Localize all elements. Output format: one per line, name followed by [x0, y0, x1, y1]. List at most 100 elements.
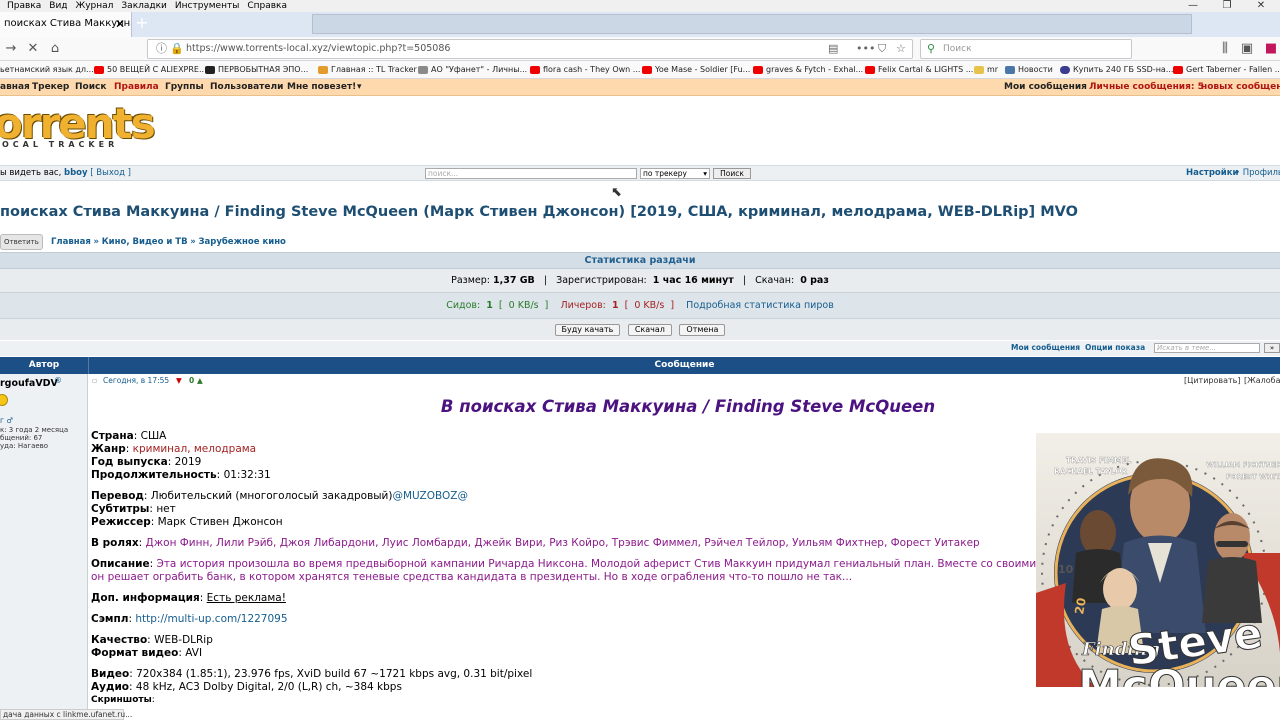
nav-rules[interactable]: Правила	[114, 79, 159, 95]
menu-bookmarks[interactable]: Закладки	[120, 1, 168, 11]
poster-cast: WILLIAM FICHTNER	[1206, 461, 1280, 469]
poster-dial-number: 20	[1072, 597, 1089, 616]
bookmark-item[interactable]: Новости	[1005, 61, 1053, 78]
my-messages-link[interactable]: Мои сообщения	[1011, 341, 1080, 355]
bookmark-item[interactable]: АО "Уфанет" - Личны...	[418, 61, 527, 78]
nav-users[interactable]: Пользователи	[210, 79, 283, 95]
nav-private-messages[interactable]: Личные сообщения: 5	[1089, 79, 1204, 95]
nav-lucky[interactable]: Мне повезет!	[287, 79, 356, 95]
display-options-link[interactable]: Опции показа	[1085, 341, 1145, 355]
bookmark-item[interactable]: ПЕРВОБЫТНАЯ ЭПО...	[205, 61, 308, 78]
background-window	[312, 14, 1192, 34]
page-actions-icon[interactable]: •••	[856, 40, 875, 58]
menu-help[interactable]: Справка	[246, 1, 288, 11]
topic-title[interactable]: поисках Стива Маккуина / Finding Steve M…	[0, 204, 1078, 220]
bookmark-item[interactable]: 50 ВЕЩЕЙ С ALIEXPRE...	[94, 61, 207, 78]
forward-icon[interactable]: →	[2, 41, 20, 57]
home-icon[interactable]: ⌂	[46, 41, 64, 57]
search-scope-select[interactable]: по трекеру ▾	[640, 168, 710, 179]
shop-icon	[1060, 65, 1070, 74]
nav-groups[interactable]: Группы	[165, 79, 204, 95]
menu-tools[interactable]: Инструменты	[174, 1, 240, 11]
downloads-value: 0 раз	[800, 275, 829, 286]
post-time[interactable]: Сегодня, в 17:55	[103, 374, 169, 388]
breadcrumb-forum[interactable]: Зарубежное кино	[198, 237, 285, 247]
quote-link[interactable]: [Цитировать]	[1184, 374, 1240, 388]
nav-my-messages[interactable]: Мои сообщения	[1004, 79, 1087, 95]
message-header: Сообщение	[88, 357, 1280, 374]
cancel-button[interactable]: Отмена	[679, 324, 726, 336]
new-tab-icon[interactable]: +	[134, 12, 150, 36]
chevron-down-icon[interactable]: ▾	[357, 79, 362, 95]
browser-search-input[interactable]: ⚲ Поиск	[920, 39, 1132, 59]
breadcrumb-category[interactable]: Кино, Видео и ТВ	[102, 237, 188, 247]
stats-buttons: Буду качать Скачал Отмена	[0, 320, 1280, 340]
info-icon[interactable]: ⓘ	[156, 40, 167, 58]
field-translation: Перевод: Любительский (многоголосый зака…	[91, 490, 468, 502]
url-bar[interactable]: ⓘ 🔒 https://www.torrents-local.xyz/viewt…	[147, 39, 913, 59]
bookmark-item[interactable]: Gert Taberner - Fallen ...	[1173, 61, 1280, 78]
ads-notice-link[interactable]: Есть реклама!	[207, 592, 286, 604]
close-window-icon[interactable]: ✕	[1244, 0, 1278, 12]
pocket-icon[interactable]: ⛉	[878, 40, 886, 58]
site-search-button[interactable]: Поиск	[713, 168, 751, 179]
complain-link[interactable]: [Жалоба	[1244, 374, 1280, 388]
movie-poster[interactable]: 20 10 TRAVIS FIMMEL RACHAEL TAYLOR WILLI…	[1036, 433, 1280, 687]
site-search-input[interactable]: поиск...	[425, 168, 637, 179]
bookmark-item[interactable]: Купить 240 ГБ SSD-на...	[1060, 61, 1173, 78]
close-tab-icon[interactable]: ✕	[115, 12, 125, 36]
post-icon: ▫	[92, 376, 98, 385]
vk-icon	[1005, 65, 1015, 74]
bookmark-item[interactable]: ьетнамский язык дл...	[0, 61, 94, 78]
post-meta: ▫ Сегодня, в 17:55 ▼ 0 ▲ [Цитировать] [Ж…	[88, 374, 1280, 388]
library-icon[interactable]: ⫼	[1216, 41, 1234, 57]
site-logo[interactable]: orrents OCAL TRACKER	[0, 102, 164, 152]
topic-search-go-button[interactable]: »	[1264, 343, 1280, 353]
menu-view[interactable]: Вид	[48, 1, 68, 11]
maximize-icon[interactable]: ❐	[1210, 0, 1244, 12]
bookmark-item[interactable]: mr	[974, 61, 998, 78]
stats-row-peers: Сидов: 1 [ 0 KB/s ] Личеров: 1 [ 0 KB/s …	[0, 292, 1280, 319]
minimize-icon[interactable]: —	[1176, 0, 1210, 12]
topic-search-input[interactable]: Искать в теме...	[1154, 343, 1260, 353]
nav-tracker[interactable]: Трекер	[32, 79, 69, 95]
avatar[interactable]	[0, 394, 8, 406]
author-stat: бщений: 67	[0, 434, 43, 442]
login-bar: ы видеть вас, bboy [ Выход ] поиск... по…	[0, 165, 1280, 181]
browser-tab-active[interactable]: поисках Стива Маккуина / F ✕	[0, 12, 132, 37]
will-download-button[interactable]: Буду качать	[554, 324, 621, 336]
extension-icon[interactable]: ■	[1262, 41, 1280, 57]
peers-stats-link[interactable]: Подробная статистика пиров	[686, 300, 834, 311]
thumb-down-icon[interactable]: ▼	[176, 374, 182, 388]
bookmark-item[interactable]: flora cash - They Own ...	[530, 61, 640, 78]
nav-home[interactable]: авная	[0, 79, 30, 95]
bookmark-star-icon[interactable]: ☆	[896, 40, 906, 58]
stop-loading-icon[interactable]: ✕	[24, 41, 42, 57]
breadcrumb-home[interactable]: Главная	[51, 237, 91, 247]
username[interactable]: bboy	[64, 168, 88, 178]
nav-new-messages[interactable]: новых сообщени	[1201, 79, 1280, 95]
author-header: Автор	[28, 360, 60, 370]
reply-button[interactable]: Ответить	[0, 234, 43, 250]
settings-link[interactable]: Настройки	[1186, 166, 1238, 181]
browser-search-placeholder: Поиск	[943, 44, 972, 54]
sidebar-icon[interactable]: ▣	[1238, 41, 1256, 57]
poster-art: 20 10 TRAVIS FIMMEL RACHAEL TAYLOR WILLI…	[1036, 433, 1280, 687]
bookmark-item[interactable]: Главная :: TL Tracker	[318, 61, 417, 78]
thumb-up-icon[interactable]: ▲	[197, 374, 203, 388]
reader-view-icon[interactable]: ▤	[828, 40, 838, 58]
url-text[interactable]: https://www.torrents-local.xyz/viewtopic…	[186, 40, 450, 58]
sample-link[interactable]: http://multi-up.com/1227095	[135, 613, 287, 625]
author-name[interactable]: rgoufaVDV	[0, 378, 58, 389]
bookmark-item[interactable]: Felix Cartal & LIGHTS ...	[865, 61, 973, 78]
field-quality: Качество: WEB-DLRip	[91, 634, 213, 646]
translation-link[interactable]: @MUZOBOZ@	[392, 490, 468, 502]
menu-history[interactable]: Журнал	[75, 1, 115, 11]
downloaded-button[interactable]: Скачал	[627, 324, 672, 336]
bookmark-item[interactable]: graves & Fytch - Exhal...	[753, 61, 863, 78]
profile-link[interactable]: • Профиль	[1235, 166, 1280, 181]
bookmark-item[interactable]: Yoe Mase - Soldier [Fu...	[642, 61, 750, 78]
nav-search[interactable]: Поиск	[75, 79, 106, 95]
logout-link[interactable]: [ Выход ]	[90, 168, 131, 178]
menu-edit[interactable]: Правка	[6, 1, 42, 11]
